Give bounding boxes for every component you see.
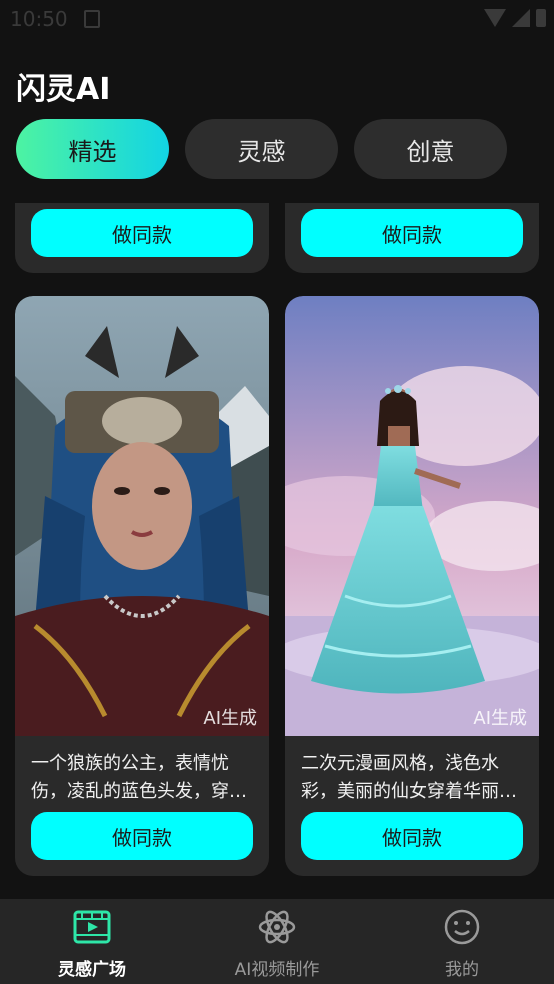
ai-generated-tag: AI生成 [473,708,527,729]
bottom-nav: 灵感广场 AI视频制作 我的 [0,899,554,984]
fairy-image [285,296,539,736]
make-same-button[interactable]: 做同款 [31,812,253,860]
tab-inspiration[interactable]: 灵感 [185,119,338,179]
nav-label: 我的 [445,960,479,980]
film-play-icon [73,910,111,944]
card-description: 二次元漫画风格，浅色水彩，美丽的仙女穿着华丽… [301,753,517,802]
make-same-button[interactable]: 做同款 [301,812,523,860]
card-image[interactable]: AI生成 [15,296,269,736]
nav-ai-video[interactable]: AI视频制作 [187,907,367,980]
nav-label: 灵感广场 [58,960,126,980]
nav-label: AI视频制作 [234,960,320,980]
make-same-button[interactable]: 做同款 [301,209,523,257]
status-indicators [484,9,546,27]
make-same-button[interactable]: 做同款 [31,209,253,257]
battery-icon [536,9,546,27]
smiley-icon [444,909,480,945]
notification-icon [84,10,100,28]
card-description: 一个狼族的公主，表情忧伤，凌乱的蓝色头发，穿… [31,753,247,802]
card-image[interactable]: AI生成 [285,296,539,736]
card-partial-left: 做同款 [15,203,269,273]
card-fairy[interactable]: AI生成 二次元漫画风格，浅色水彩，美丽的仙女穿着华丽… 做同款 [285,296,539,876]
signal-icon [512,9,530,27]
page-title: 闪灵AI [16,72,111,107]
status-bar: 10:50 [0,0,554,40]
category-tabs: 精选 灵感 创意 [16,119,507,179]
card-wolf-princess[interactable]: AI生成 一个狼族的公主，表情忧伤，凌乱的蓝色头发，穿… 做同款 [15,296,269,876]
atom-icon [258,910,296,944]
card-partial-right: 做同款 [285,203,539,273]
nav-mine[interactable]: 我的 [372,907,552,980]
wolf-princess-image [15,296,269,736]
status-time: 10:50 [10,7,68,31]
tab-creative[interactable]: 创意 [354,119,507,179]
wifi-icon [484,9,506,27]
nav-inspiration-square[interactable]: 灵感广场 [2,907,182,980]
ai-generated-tag: AI生成 [203,708,257,729]
tab-featured[interactable]: 精选 [16,119,169,179]
